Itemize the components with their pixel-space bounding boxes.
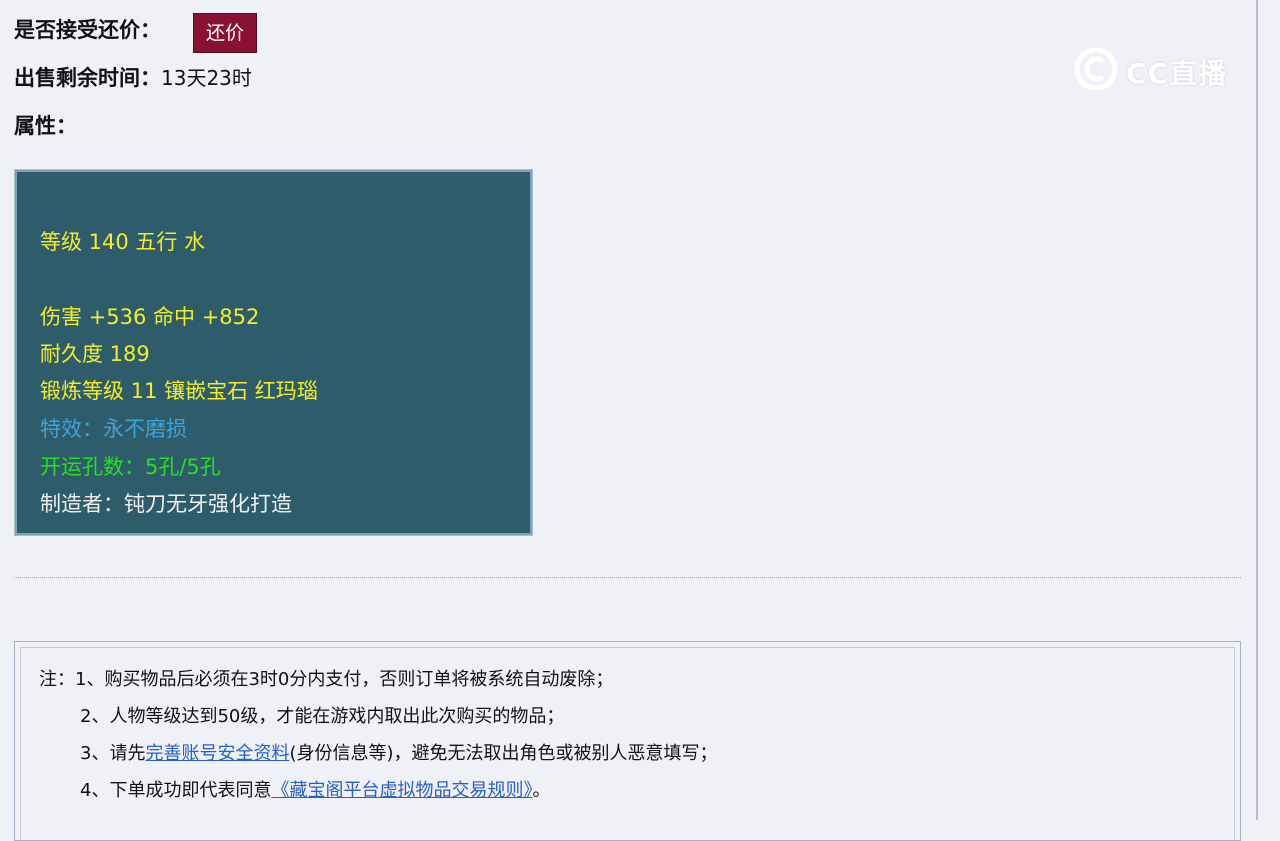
trade-rules-link[interactable]: 《藏宝阁平台虚拟物品交易规则》	[271, 780, 532, 801]
notice-item-1: 注：1、购买物品后必须在3时0分内支付，否则订单将被系统自动废除；	[39, 668, 613, 692]
section-divider	[14, 577, 1241, 578]
notice-item-3: 3、请先完善账号安全资料(身份信息等)，避免无法取出角色或被别人恶意填写；	[80, 742, 718, 766]
scrollbar-track[interactable]	[1256, 0, 1280, 820]
notice-item-4-text: 4、下单成功即代表同意	[80, 780, 272, 801]
purchase-notice: 注：1、购买物品后必须在3时0分内支付，否则订单将被系统自动废除； 2、人物等级…	[14, 641, 1241, 841]
attr-damage-hit: 伤害 +536 命中 +852	[40, 305, 260, 329]
notice-prefix: 注：	[39, 669, 75, 690]
attributes-label: 属性：	[14, 114, 77, 138]
counter-offer-row: 是否接受还价：	[14, 16, 161, 44]
attr-lucky-holes: 开运孔数：5孔/5孔	[40, 455, 221, 479]
attributes-panel: 等级 140 五行 水 伤害 +536 命中 +852 耐久度 189 锻炼等级…	[14, 169, 533, 536]
attr-durability: 耐久度 189	[40, 342, 150, 366]
stream-watermark: CC直播	[1072, 46, 1242, 92]
attr-level-element: 等级 140 五行 水	[40, 230, 206, 254]
notice-item-4: 4、下单成功即代表同意《藏宝阁平台虚拟物品交易规则》。	[80, 779, 550, 803]
notice-item-3-text: 3、请先	[80, 743, 146, 764]
notice-item-1-text: 1、购买物品后必须在3时0分内支付，否则订单将被系统自动废除；	[75, 669, 614, 690]
notice-item-4-end: 。	[532, 780, 551, 801]
time-remaining-label: 出售剩余时间：	[14, 66, 161, 90]
attr-forging: 锻炼等级 11 镶嵌宝石 红玛瑙	[40, 379, 318, 403]
attr-maker: 制造者：钝刀无牙强化打造	[40, 492, 292, 516]
time-remaining-value: 13天23时	[161, 66, 252, 90]
attributes-row: 属性：	[14, 112, 77, 140]
cc-logo-icon	[1074, 47, 1118, 91]
time-remaining-row: 出售剩余时间：13天23时	[14, 64, 252, 92]
counter-offer-button[interactable]: 还价	[193, 13, 257, 53]
attr-special-effect: 特效：永不磨损	[40, 417, 187, 441]
notice-item-2: 2、人物等级达到50级，才能在游戏内取出此次购买的物品；	[80, 706, 565, 727]
counter-offer-label: 是否接受还价：	[14, 18, 161, 42]
notice-item-3-rest: (身份信息等)，避免无法取出角色或被别人恶意填写；	[289, 743, 718, 764]
watermark-text: CC直播	[1126, 57, 1228, 90]
account-security-link[interactable]: 完善账号安全资料	[145, 743, 289, 764]
